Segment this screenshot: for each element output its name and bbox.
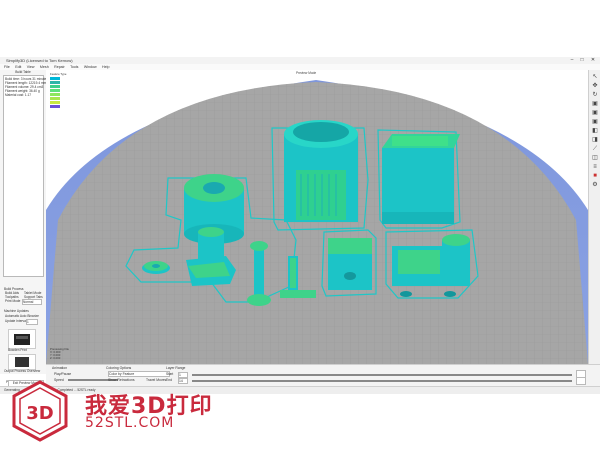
printer-thumbnail-image — [14, 334, 30, 345]
thumbnail-caption: Output Process Overview — [4, 369, 41, 373]
show-retractions-checkbox[interactable]: Show Retractions — [108, 378, 135, 382]
legend-swatch — [50, 88, 60, 92]
preview-controls: Animation Play/Pause Speed Coloring Opti… — [46, 364, 600, 387]
update-interval-input[interactable]: 1 — [26, 319, 38, 325]
watermark-logo-image: 3D — [12, 380, 68, 442]
legend-swatch — [50, 100, 60, 104]
build-plate-render[interactable] — [46, 70, 588, 364]
color-by-select[interactable]: Color by Feature — [108, 371, 170, 377]
print-info-line: Material cost: 1.17 — [5, 93, 32, 97]
watermark-url: 52STL.COM — [85, 415, 175, 431]
ruler-icon[interactable]: ⟋ — [591, 146, 599, 153]
layer-range-label: Layer Range — [166, 366, 186, 370]
left-panel: Build Table Build time: 3 hours 31 minut… — [0, 70, 48, 374]
preview-viewport[interactable]: Preview Mode Feature Type Previewing Fil… — [46, 70, 588, 364]
layer-slider[interactable] — [192, 380, 572, 382]
models-list[interactable]: Build time: 3 hours 31 minutes Filament … — [3, 75, 48, 277]
start-layer-label: Start — [166, 372, 174, 376]
models-header: Build Table — [15, 70, 31, 74]
legend-swatch — [50, 104, 60, 108]
legend-swatch — [50, 76, 60, 80]
watermark-logo: 3D — [12, 380, 68, 442]
layers-icon[interactable]: ≡ — [591, 164, 599, 171]
model-large-cylinder — [284, 120, 358, 222]
cube-top-icon[interactable]: ▣ — [591, 110, 599, 117]
close-icon[interactable]: ✕ — [588, 57, 598, 64]
move-icon[interactable]: ✥ — [591, 83, 599, 90]
legend-swatch — [50, 92, 60, 96]
model-box-housing — [382, 134, 460, 224]
legend-swatch — [50, 80, 60, 84]
title-bar: Simplify3D (Licensed to Tom Kernow) – □ … — [0, 57, 600, 64]
update-interval-label: Update Interval — [5, 319, 27, 323]
camera-icon[interactable]: ■ — [591, 173, 599, 180]
right-toolbar: ↖ ✥ ↻ ▣ ▣ ▣ ◧ ◨ ⟋ ◫ ≡ ■ ⚙ — [588, 70, 600, 364]
viewport-title: Preview Mode — [296, 71, 317, 75]
thumbnail-caption: Bowden Print — [8, 348, 27, 352]
legend-title: Feature Type — [50, 72, 67, 76]
select-icon[interactable]: ↖ — [591, 74, 599, 81]
legend-swatches — [50, 76, 66, 108]
maximize-icon[interactable]: □ — [577, 57, 587, 64]
watermark-logo-text: 3D — [26, 403, 53, 424]
minimize-icon[interactable]: – — [567, 57, 577, 64]
firmware-header: Machine Updates — [4, 309, 29, 313]
section-icon[interactable]: ◫ — [591, 155, 599, 162]
cube-front-icon[interactable]: ▣ — [591, 101, 599, 108]
model-cube — [328, 238, 372, 290]
color-legend: Feature Type — [50, 72, 66, 114]
stats-line: Z: 0.000 — [50, 356, 61, 360]
print-mode-label: Print Mode — [5, 299, 21, 303]
printer-thumbnail[interactable] — [8, 329, 36, 349]
viewport-stats: Previewing File X: 0.000 Y: 0.000 Z: 0.0… — [50, 348, 69, 360]
show-travel-checkbox[interactable]: Travel Moves — [146, 378, 166, 382]
legend-swatch — [50, 96, 60, 100]
animation-label: Animation — [52, 366, 68, 370]
window-title: Simplify3D (Licensed to Tom Kernow) — [6, 58, 73, 63]
layer-slider-handle[interactable] — [576, 377, 586, 385]
settings-icon[interactable]: ⚙ — [591, 182, 599, 189]
end-layer-label: End — [166, 378, 173, 382]
layer-slider[interactable] — [192, 374, 572, 376]
end-layer-input[interactable]: 14 — [178, 378, 188, 384]
display-label: Coloring Options — [106, 366, 132, 370]
rotate-icon[interactable]: ↻ — [591, 92, 599, 99]
cube-iso-icon[interactable]: ◧ — [591, 128, 599, 135]
legend-item — [50, 104, 66, 108]
process-thumbnail-image — [15, 357, 29, 367]
print-mode-select[interactable]: Normal — [22, 299, 42, 305]
play-button[interactable]: Play/Pause — [54, 372, 71, 376]
cube-back-icon[interactable]: ◨ — [591, 137, 599, 144]
firmware-item[interactable]: Automatic Auto Binarize — [5, 314, 39, 318]
cube-side-icon[interactable]: ▣ — [591, 119, 599, 126]
process-thumbnail[interactable] — [8, 354, 36, 370]
legend-swatch — [50, 84, 60, 88]
